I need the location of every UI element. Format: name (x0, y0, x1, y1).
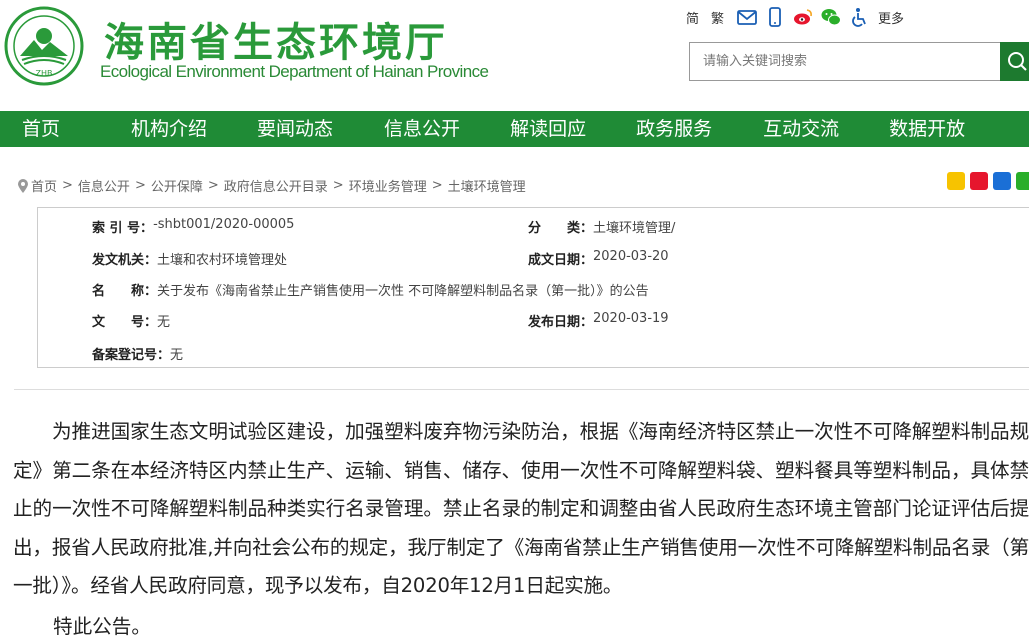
meta-issuer-value: 土壤和农村环境管理处 (157, 253, 288, 268)
qzone-share-icon[interactable] (947, 172, 965, 190)
meta-category: 分 类： 土壤环境管理/ (528, 217, 675, 236)
breadcrumb-separator: > (207, 178, 219, 193)
meta-name-value: 关于发布《海南省禁止生产销售使用一次性 不可降解塑料制品名录（第一批）》的公告 (157, 284, 649, 299)
meta-issuer: 发文机关： 土壤和农村环境管理处 (92, 249, 287, 268)
search-input[interactable] (689, 42, 1000, 81)
main-nav: 首页 机构介绍 要闻动态 信息公开 解读回应 政务服务 互动交流 数据开放 (0, 111, 1029, 147)
more-link[interactable]: 更多 (878, 8, 904, 27)
meta-index-label: 索 引 号： (92, 221, 154, 236)
nav-item-news[interactable]: 要闻动态 (257, 111, 333, 147)
breadcrumb-separator: > (332, 178, 344, 193)
meta-record-value: 无 (170, 348, 184, 363)
nav-item-about[interactable]: 机构介绍 (131, 111, 207, 147)
share-bar (947, 172, 1029, 190)
meta-created: 成文日期： 2020-03-20 (528, 249, 669, 268)
weibo-icon[interactable] (792, 6, 814, 28)
accessibility-icon[interactable] (848, 6, 870, 28)
wechat-share-icon[interactable] (1016, 172, 1029, 190)
meta-record-label: 备案登记号： (92, 348, 171, 363)
nav-item-interaction[interactable]: 互动交流 (763, 111, 839, 147)
search-bar (689, 42, 1029, 81)
breadcrumb-env-business[interactable]: 环境业务管理 (349, 176, 427, 195)
nav-item-disclosure[interactable]: 信息公开 (384, 111, 460, 147)
mobile-icon[interactable] (764, 6, 786, 28)
search-icon (1008, 52, 1027, 71)
baidu-share-icon[interactable] (993, 172, 1011, 190)
article-closing: 特此公告。 (53, 615, 151, 638)
meta-index: 索 引 号： -shbt001/2020-00005 (92, 217, 294, 236)
meta-docno: 文 号： 无 (92, 311, 170, 330)
meta-issuer-label: 发文机关： (92, 253, 158, 268)
content-divider (14, 389, 1029, 390)
document-meta: 索 引 号： -shbt001/2020-00005 分 类： 土壤环境管理/ … (37, 207, 1029, 368)
meta-published-label: 发布日期： (528, 315, 594, 330)
article-paragraph: 为推进国家生态文明试验区建设，加强塑料废弃物污染防治，根据《海南经济特区禁止一次… (13, 420, 1029, 597)
breadcrumb-separator: > (431, 178, 443, 193)
lang-traditional-link[interactable]: 繁 (711, 8, 724, 27)
nav-item-services[interactable]: 政务服务 (636, 111, 712, 147)
meta-docno-value: 无 (157, 315, 171, 330)
breadcrumb: 首页 > 信息公开 > 公开保障 > 政府信息公开目录 > 环境业务管理 > 土壤环境管理 (18, 176, 526, 195)
wechat-icon[interactable] (820, 6, 842, 28)
logo-text: ZHB (36, 69, 53, 78)
meta-published-value: 2020-03-19 (593, 311, 669, 326)
meta-created-value: 2020-03-20 (593, 249, 669, 264)
meta-category-label: 分 类： (528, 221, 594, 236)
weibo-share-icon[interactable] (970, 172, 988, 190)
breadcrumb-disclosure[interactable]: 信息公开 (78, 176, 130, 195)
meta-category-value: 土壤环境管理/ (593, 221, 676, 236)
site-title: 海南省生态环境厅 (104, 19, 448, 66)
meta-created-label: 成文日期： (528, 253, 594, 268)
article-body: 为推进国家生态文明试验区建设，加强塑料废弃物污染防治，根据《海南经济特区禁止一次… (13, 413, 1029, 606)
top-toolbar: 简 繁 更多 (686, 4, 904, 30)
breadcrumb-soil[interactable]: 土壤环境管理 (448, 176, 526, 195)
meta-name-label: 名 称： (92, 284, 158, 299)
nav-item-interpretation[interactable]: 解读回应 (510, 111, 586, 147)
breadcrumb-separator: > (134, 178, 146, 193)
meta-published: 发布日期： 2020-03-19 (528, 311, 669, 330)
breadcrumb-catalog[interactable]: 政府信息公开目录 (224, 176, 328, 195)
meta-index-value: -shbt001/2020-00005 (153, 217, 295, 232)
meta-docno-label: 文 号： (92, 315, 158, 330)
breadcrumb-home[interactable]: 首页 (31, 176, 57, 195)
nav-item-open-data[interactable]: 数据开放 (889, 111, 965, 147)
nav-item-home[interactable]: 首页 (22, 111, 60, 147)
meta-record: 备案登记号： 无 (92, 344, 183, 363)
lang-simplified-link[interactable]: 简 (686, 8, 699, 27)
search-button[interactable] (1000, 42, 1029, 81)
location-pin-icon (18, 178, 28, 193)
breadcrumb-separator: > (62, 178, 73, 193)
breadcrumb-guarantee[interactable]: 公开保障 (151, 176, 203, 195)
meta-name: 名 称： 关于发布《海南省禁止生产销售使用一次性 不可降解塑料制品名录（第一批）… (92, 280, 649, 299)
mail-icon[interactable] (736, 6, 758, 28)
site-subtitle: Ecological Environment Department of Hai… (100, 62, 489, 81)
ministry-logo[interactable]: ZHB (4, 6, 84, 86)
site-header: ZHB 海南省生态环境厅 Ecological Environment Depa… (0, 0, 1029, 111)
